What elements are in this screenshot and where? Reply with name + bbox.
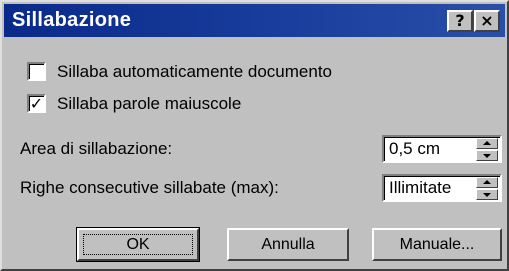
hyphenation-zone-value[interactable]: 0,5 cm (389, 139, 440, 158)
manual-button-label: Manuale... (399, 236, 475, 253)
help-icon: ? (455, 11, 465, 30)
help-button[interactable]: ? (447, 10, 473, 32)
hyphenation-dialog: Sillabazione ? × Sillaba automaticamente… (0, 0, 509, 271)
focus-rectangle (83, 234, 193, 255)
spin-up-arrow-icon[interactable] (476, 138, 498, 149)
auto-hyphenate-checkbox[interactable] (27, 62, 46, 81)
consecutive-lines-value[interactable]: Illimitate (389, 178, 451, 197)
consecutive-lines-label: Righe consecutive sillabate (max): (20, 178, 279, 197)
auto-hyphenate-label[interactable]: Sillaba automaticamente documento (57, 62, 332, 82)
spin-down-arrow-icon[interactable] (476, 150, 498, 161)
hyphenation-zone-stepper[interactable] (476, 138, 498, 161)
cancel-button[interactable]: Annulla (227, 228, 349, 261)
spin-up-arrow-icon[interactable] (476, 177, 498, 188)
consecutive-lines-stepper[interactable] (476, 177, 498, 200)
spin-down-arrow-icon[interactable] (476, 189, 498, 200)
close-button[interactable]: × (474, 10, 500, 32)
cancel-button-label: Annulla (261, 236, 315, 253)
manual-button[interactable]: Manuale... (372, 228, 502, 261)
hyphenation-zone-label: Area di sillabazione: (20, 139, 173, 158)
close-icon: × (480, 11, 494, 30)
checkmark-icon: ✓ (29, 94, 44, 113)
consecutive-lines-spinner[interactable]: Illimitate (382, 174, 502, 202)
hyphenate-caps-label[interactable]: Sillaba parole maiuscole (57, 94, 241, 114)
hyphenate-caps-checkbox[interactable]: ✓ (27, 94, 46, 113)
dialog-title: Sillabazione (12, 9, 132, 31)
ok-button[interactable]: OK (76, 227, 200, 262)
title-bar[interactable]: Sillabazione ? × (4, 4, 505, 37)
hyphenation-zone-spinner[interactable]: 0,5 cm (382, 135, 502, 163)
